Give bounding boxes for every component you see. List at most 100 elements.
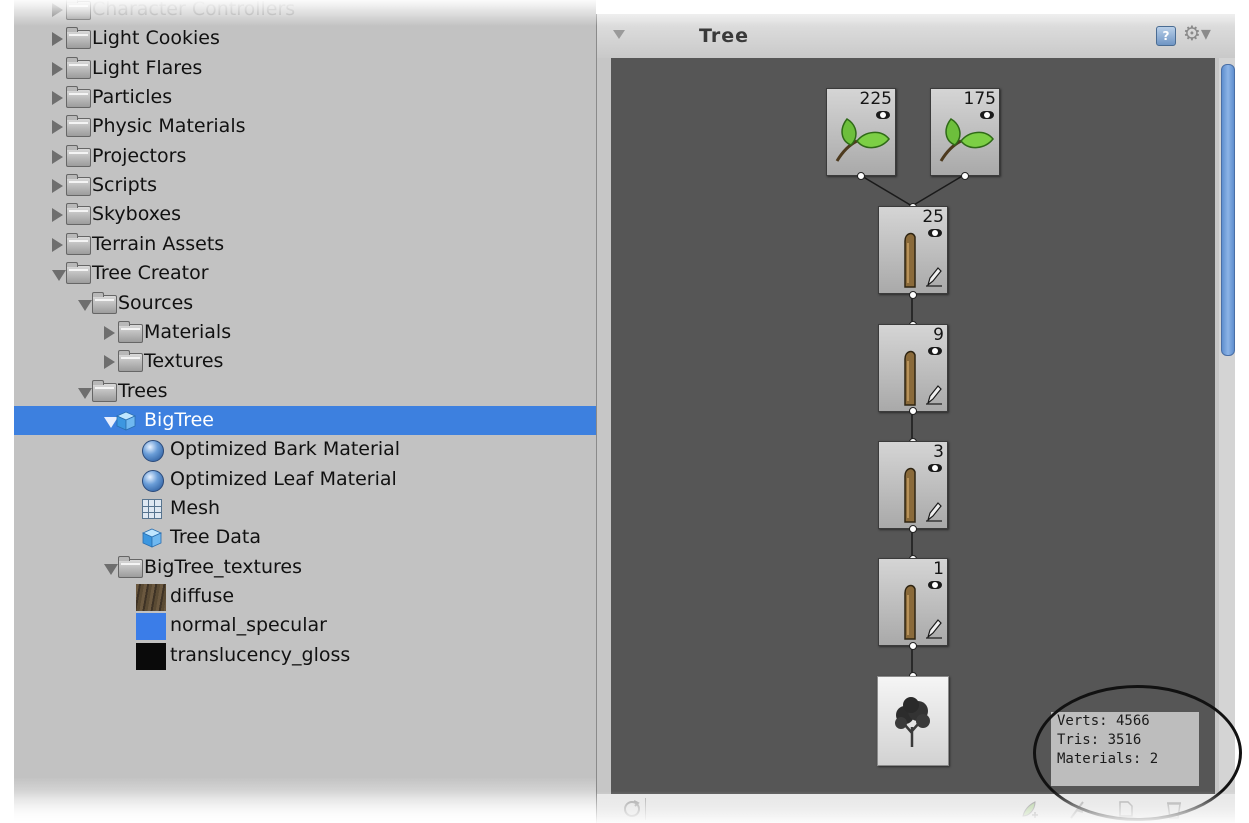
collapse-arrow-icon[interactable] xyxy=(613,30,625,39)
texture-black-icon xyxy=(136,642,166,670)
project-item-tree-data[interactable]: Tree Data xyxy=(14,523,596,552)
visibility-eye-icon[interactable] xyxy=(928,464,942,472)
edit-pencil-icon[interactable] xyxy=(926,617,942,639)
refresh-button[interactable] xyxy=(619,798,646,820)
node-count: 175 xyxy=(963,89,996,109)
node-connection-point xyxy=(857,172,865,180)
add-leaf-icon[interactable] xyxy=(1019,798,1041,820)
project-item-optimized-bark-material[interactable]: Optimized Bark Material xyxy=(14,435,596,464)
project-item-light-flares[interactable]: Light Flares xyxy=(14,54,596,83)
leaf-icon xyxy=(835,118,890,162)
expand-arrow-closed-icon[interactable] xyxy=(52,179,63,194)
expand-arrow-open-icon[interactable] xyxy=(78,299,92,311)
stats-highlight-circle xyxy=(1033,685,1242,821)
expand-arrow-closed-icon[interactable] xyxy=(104,325,115,340)
project-item-scripts[interactable]: Scripts xyxy=(14,171,596,200)
node-connection-point xyxy=(909,525,917,533)
project-item-materials[interactable]: Materials xyxy=(14,318,596,347)
project-item-normal-specular[interactable]: normal_specular xyxy=(14,611,596,641)
node-count: 225 xyxy=(859,89,892,109)
branch-icon xyxy=(904,350,916,406)
folder-icon xyxy=(66,115,91,138)
project-item-label: normal_specular xyxy=(170,614,327,637)
project-item-mesh[interactable]: Mesh xyxy=(14,494,596,523)
expand-arrow-closed-icon[interactable] xyxy=(52,91,63,106)
texture-bark-icon xyxy=(136,584,166,611)
project-item-skyboxes[interactable]: Skyboxes xyxy=(14,200,596,229)
branch-group-node[interactable]: 3 xyxy=(878,441,948,529)
project-item-diffuse[interactable]: diffuse xyxy=(14,582,596,611)
node-count: 3 xyxy=(933,442,944,462)
project-item-particles[interactable]: Particles xyxy=(14,83,596,112)
project-item-optimized-leaf-material[interactable]: Optimized Leaf Material xyxy=(14,465,596,494)
edit-pencil-icon[interactable] xyxy=(926,500,942,522)
project-item-label: translucency_gloss xyxy=(170,643,351,666)
project-item-translucency-gloss[interactable]: translucency_gloss xyxy=(14,641,596,670)
project-item-label: Tree Data xyxy=(170,526,261,549)
folder-icon xyxy=(66,203,91,226)
node-connection-point xyxy=(909,642,917,650)
expand-arrow-open-icon[interactable] xyxy=(104,563,118,575)
project-item-bigtree[interactable]: BigTree xyxy=(14,405,596,435)
leaf-group-node[interactable]: 175 xyxy=(930,88,1000,176)
project-item-physic-materials[interactable]: Physic Materials xyxy=(14,112,596,141)
edit-pencil-icon[interactable] xyxy=(926,383,942,405)
project-item-label: Textures xyxy=(144,350,224,373)
folder-icon xyxy=(66,144,91,167)
branch-group-node[interactable]: 1 xyxy=(878,558,948,646)
project-item-label: Mesh xyxy=(170,496,221,519)
folder-icon xyxy=(66,27,91,50)
expand-arrow-closed-icon[interactable] xyxy=(104,355,115,370)
leaf-group-node[interactable]: 225 xyxy=(826,88,896,176)
leaf-icon xyxy=(939,118,994,162)
expand-arrow-closed-icon[interactable] xyxy=(52,3,63,17)
project-item-trees[interactable]: Trees xyxy=(14,377,596,406)
scrollbar-thumb[interactable] xyxy=(1221,64,1235,356)
project-item-projectors[interactable]: Projectors xyxy=(14,142,596,171)
project-item-light-cookies[interactable]: Light Cookies xyxy=(14,24,596,53)
project-item-terrain-assets[interactable]: Terrain Assets xyxy=(14,230,596,259)
material-sphere-icon xyxy=(142,440,164,463)
project-item-label: Physic Materials xyxy=(92,115,246,138)
project-item-sources[interactable]: Sources xyxy=(14,289,596,318)
expand-arrow-closed-icon[interactable] xyxy=(52,61,63,76)
project-item-character-controllers[interactable]: Character Controllers xyxy=(14,0,596,24)
project-item-label: Skyboxes xyxy=(92,203,181,226)
folder-icon xyxy=(66,174,91,197)
vertical-scrollbar[interactable] xyxy=(1219,58,1235,794)
branch-icon xyxy=(904,232,916,288)
project-item-label: Optimized Bark Material xyxy=(170,438,401,461)
expand-arrow-open-icon[interactable] xyxy=(78,387,92,399)
project-item-textures[interactable]: Textures xyxy=(14,347,596,376)
folder-icon xyxy=(92,291,117,314)
expand-arrow-closed-icon[interactable] xyxy=(52,237,63,252)
expand-arrow-closed-icon[interactable] xyxy=(52,120,63,135)
folder-icon xyxy=(118,320,143,343)
help-icon[interactable]: ? xyxy=(1156,26,1176,46)
cube-icon xyxy=(142,528,162,548)
visibility-eye-icon[interactable] xyxy=(928,581,942,589)
folder-icon xyxy=(118,555,143,578)
project-item-label: Sources xyxy=(118,291,194,314)
project-item-tree-creator[interactable]: Tree Creator xyxy=(14,259,596,288)
tree-hierarchy-canvas[interactable]: 225 175 25 9 3 1 Verts: 4566 Tris: 3516 … xyxy=(611,58,1215,794)
branch-group-node[interactable]: 9 xyxy=(878,324,948,412)
material-sphere-icon xyxy=(142,469,164,492)
project-panel: Character Controllers Light Cookies Light … xyxy=(14,0,596,823)
expand-arrow-closed-icon[interactable] xyxy=(52,149,63,164)
branch-group-node[interactable]: 25 xyxy=(878,206,948,294)
node-count: 25 xyxy=(922,207,944,227)
gear-icon[interactable]: ⚙▾ xyxy=(1183,23,1211,43)
visibility-eye-icon[interactable] xyxy=(928,229,942,237)
folder-icon xyxy=(66,56,91,79)
edit-pencil-icon[interactable] xyxy=(926,265,942,287)
branch-icon xyxy=(904,584,916,640)
project-item-label: Trees xyxy=(118,379,168,402)
expand-arrow-open-icon[interactable] xyxy=(52,270,66,282)
tree-root-node[interactable] xyxy=(877,676,949,766)
project-item-label: Light Flares xyxy=(92,56,203,79)
project-item-bigtree-textures[interactable]: BigTree_textures xyxy=(14,553,596,582)
expand-arrow-closed-icon[interactable] xyxy=(52,32,63,47)
visibility-eye-icon[interactable] xyxy=(928,347,942,355)
expand-arrow-closed-icon[interactable] xyxy=(52,208,63,223)
